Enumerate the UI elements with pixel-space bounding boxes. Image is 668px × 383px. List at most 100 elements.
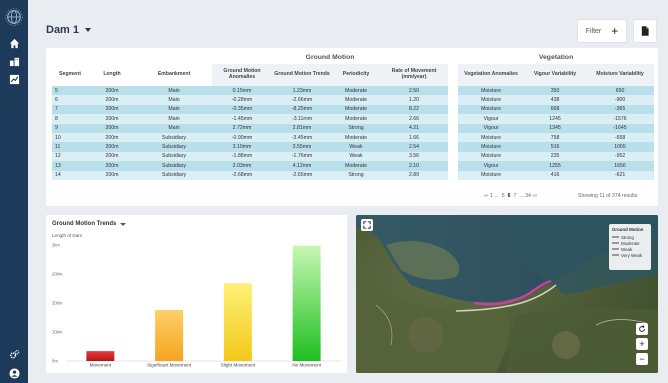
table-cell: 200m: [88, 114, 136, 124]
bar-slight-movement[interactable]: [223, 283, 252, 361]
table-row[interactable]: 5 200m Main 0.15mm 1.23mm Moderate 2.50 Moistur…: [52, 86, 655, 96]
table-cell: Main: [136, 123, 213, 133]
table-cell: -2.68mm: [212, 170, 273, 180]
column-header[interactable]: Vegetation Anomalies: [458, 64, 525, 86]
map-card[interactable]: Ground Motion Strong Moderate Weak Very Wea…: [356, 215, 658, 373]
legend-label: Strong: [621, 234, 634, 240]
column-header[interactable]: Periodicity: [332, 64, 381, 86]
table-cell: -0.28mm: [212, 95, 273, 105]
y-tick-label: 0m: [52, 359, 58, 364]
settings-icon[interactable]: [7, 347, 21, 361]
table-cell: Subsidiary: [136, 151, 213, 162]
column-gap: [448, 161, 459, 171]
filter-button[interactable]: Filter +: [577, 19, 627, 43]
user-icon[interactable]: [7, 366, 21, 380]
table-cell: Moisture: [458, 86, 525, 96]
zoom-out-button[interactable]: −: [636, 353, 648, 365]
bar-movement[interactable]: [86, 351, 115, 361]
table-row[interactable]: 8 200m Main -1.45mm -3.11mm Moderate 2.66 Vigou…: [52, 114, 655, 124]
table-cell: 2.03mm: [212, 161, 273, 171]
page-link-current[interactable]: 6: [508, 193, 511, 199]
segments-table: Ground Motion Vegetation Segment Length …: [52, 50, 655, 180]
map-legend: Ground Motion Strong Moderate Weak Very Wea…: [609, 224, 651, 270]
table-cell: Subsidiary: [136, 170, 213, 180]
table-cell: -8.25mm: [272, 104, 333, 115]
sidebar: [0, 0, 28, 383]
legend-label: Moderate: [621, 240, 640, 246]
reset-view-button[interactable]: [636, 323, 648, 335]
segments-table-card: Ground Motion Vegetation Segment Length …: [46, 48, 658, 206]
table-cell: -621: [586, 170, 655, 180]
table-cell: 2.89: [380, 170, 449, 180]
page-link[interactable]: 5: [502, 193, 505, 199]
column-header[interactable]: Rate of Movement (mm/year): [380, 64, 449, 86]
table-cell: 200m: [88, 161, 136, 171]
column-header[interactable]: Moisture Variability: [586, 64, 655, 86]
table-cell: 416: [524, 170, 587, 180]
y-axis-label: Length of Dam: [52, 233, 82, 238]
table-cell: 10: [52, 132, 88, 143]
pagination-prev[interactable]: «‹ 1 ...: [484, 193, 499, 199]
table-cell: Moisture: [458, 142, 525, 152]
fullscreen-button[interactable]: [361, 219, 373, 231]
column-header[interactable]: Length: [88, 64, 136, 86]
table-cell: 6: [52, 95, 88, 105]
table-cell: Moisture: [458, 95, 525, 105]
export-document-button[interactable]: [633, 19, 657, 43]
table-cell: 2.10: [380, 161, 449, 171]
legend-swatch: [612, 236, 619, 238]
column-header[interactable]: Ground Motion Trends: [272, 64, 333, 86]
table-cell: 1.66: [380, 132, 449, 143]
table-cell: 650: [586, 86, 655, 96]
table-cell: Main: [136, 95, 213, 105]
table-cell: Moisture: [458, 132, 525, 143]
filter-label: Filter: [585, 27, 602, 35]
table-cell: Vigour: [458, 123, 525, 133]
legend-label: Weak: [621, 246, 633, 252]
buildings-icon[interactable]: [7, 54, 21, 68]
home-icon[interactable]: [7, 36, 21, 50]
table-cell: Strong: [332, 123, 381, 133]
table-cell: 200m: [88, 104, 136, 115]
zoom-in-button[interactable]: +: [636, 338, 648, 350]
table-row[interactable]: 14 200m Subsidiary -2.68mm -2.65mm Strong 2.89…: [52, 170, 655, 180]
table-cell: 11: [52, 142, 88, 152]
table-row[interactable]: 12 200m Subsidiary -1.88mm -1.76mm Weak 3.56 Mo…: [52, 151, 655, 162]
legend-swatch: [612, 248, 619, 250]
table-cell: -952: [586, 151, 655, 162]
column-header[interactable]: Ground Motion Anomalies: [212, 64, 273, 86]
column-header[interactable]: Segment: [52, 64, 88, 86]
chevron-down-icon: [85, 28, 92, 32]
table-cell: 668: [524, 104, 587, 115]
column-header[interactable]: Embankment: [136, 64, 212, 86]
table-cell: -2.65mm: [272, 170, 333, 180]
table-cell: Weak: [332, 151, 381, 162]
table-cell: 9: [52, 123, 88, 133]
pagination-next[interactable]: ... 34 ›»: [519, 193, 537, 199]
table-cell: Moisture: [458, 170, 525, 180]
y-tick-label: 200m: [52, 272, 63, 277]
column-gap: [448, 123, 459, 133]
table-row[interactable]: 9 200m Main 2.72mm 2.81mm Strong 4.21 Vigour 134…: [52, 123, 655, 133]
table-row[interactable]: 11 200m Subsidiary 3.10mm 3.55mm Weak 2.54 Mois…: [52, 142, 655, 152]
table-cell: 4.21: [380, 123, 449, 133]
table-cell: -658: [586, 132, 655, 143]
table-cell: 1.23mm: [272, 86, 333, 96]
bar-no-movement[interactable]: [292, 245, 321, 361]
ground-motion-trends-card: Ground Motion Trends Length of Dam 2km 200…: [46, 215, 347, 373]
table-row[interactable]: 13 200m Subsidiary 2.03mm 4.12mm Moderate 2.10…: [52, 161, 655, 171]
analytics-icon[interactable]: [7, 72, 21, 86]
table-cell: 235: [524, 151, 587, 162]
table-row[interactable]: 7 200m Main -0.35mm -8.25mm Moderate 8.22 Moist…: [52, 104, 655, 115]
table-cell: Moderate: [332, 86, 381, 96]
column-header[interactable]: Vigour Variability: [524, 64, 587, 86]
table-cell: 200m: [88, 95, 136, 105]
table-cell: 2.50: [380, 86, 449, 96]
table-row[interactable]: 10 200m Subsidiary -0.90mm -3.45mm Moderate 1.…: [52, 132, 655, 143]
dam-selector[interactable]: Dam 1: [46, 24, 92, 36]
table-row[interactable]: 6 200m Main -0.28mm -2.66mm Moderate 1.20 Moist…: [52, 95, 655, 105]
table-cell: 2.54: [380, 142, 449, 152]
bar-significant-movement[interactable]: [155, 309, 184, 361]
page-link[interactable]: 7: [514, 193, 517, 199]
table-cell: 3.10mm: [212, 142, 273, 152]
